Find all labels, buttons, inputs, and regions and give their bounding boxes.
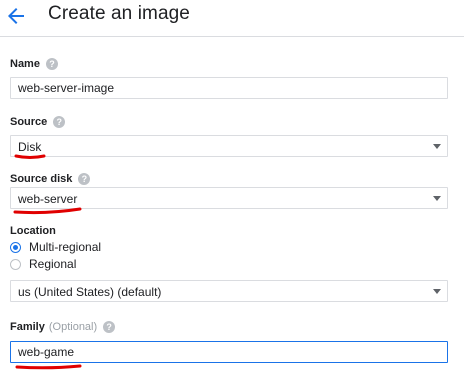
location-label-text: Location — [10, 225, 56, 237]
radio-label: Multi-regional — [29, 240, 102, 254]
optional-tag: (Optional) — [48, 321, 98, 333]
radio-button-checked[interactable] — [10, 241, 21, 253]
red-underline-annotation — [15, 364, 82, 370]
page-title: Create an image — [48, 3, 190, 24]
family-input[interactable] — [10, 341, 448, 363]
chevron-down-icon — [433, 144, 441, 149]
radio-button[interactable] — [10, 258, 21, 270]
red-underline-annotation — [13, 207, 82, 215]
radio-label: Regional — [29, 257, 77, 271]
source-label-text: Source — [10, 116, 48, 128]
help-icon[interactable]: ? — [78, 173, 91, 185]
source-disk-select-value: web-server — [18, 192, 78, 206]
source-disk-label-text: Source disk — [10, 173, 73, 185]
family-input-field[interactable] — [11, 342, 447, 362]
name-label: Name ? — [10, 58, 58, 70]
region-select-value: us (United States) (default) — [18, 285, 162, 299]
help-icon[interactable]: ? — [103, 321, 116, 333]
location-label: Location — [10, 225, 56, 237]
name-label-text: Name — [10, 58, 40, 70]
name-input[interactable] — [10, 77, 448, 99]
red-underline-annotation — [14, 154, 46, 159]
chevron-down-icon — [433, 196, 441, 201]
source-select[interactable]: Disk — [10, 135, 448, 157]
page-header: Create an image — [0, 0, 464, 37]
region-select[interactable]: us (United States) (default) — [10, 280, 448, 302]
source-disk-label: Source disk ? — [10, 173, 91, 185]
help-icon[interactable]: ? — [53, 116, 66, 128]
family-label-text: Family — [10, 321, 45, 333]
radio-multi-regional[interactable]: Multi-regional — [10, 240, 101, 254]
chevron-down-icon — [433, 289, 441, 294]
arrow-back-icon[interactable] — [4, 4, 28, 28]
family-label: Family (Optional) ? — [10, 321, 116, 333]
name-input-field[interactable] — [11, 78, 447, 98]
radio-regional[interactable]: Regional — [10, 257, 76, 271]
help-icon[interactable]: ? — [45, 58, 58, 70]
source-label: Source ? — [10, 116, 66, 128]
